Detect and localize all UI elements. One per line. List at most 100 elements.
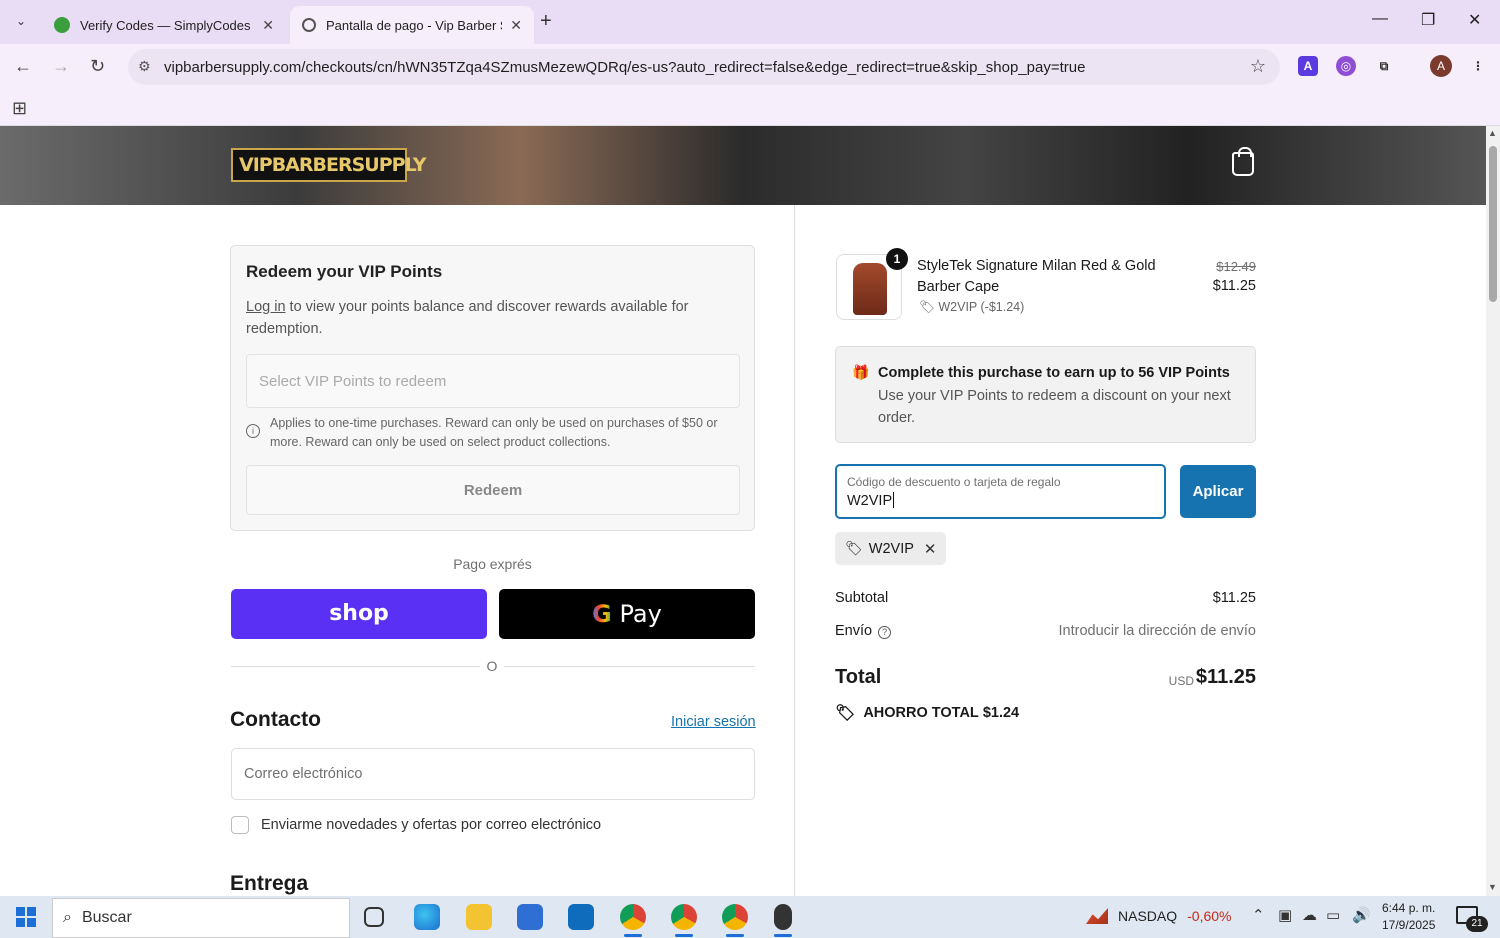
applied-code: W2VIP	[868, 540, 914, 557]
new-tab-plus-icon[interactable]: +	[540, 10, 552, 33]
discount-code-field[interactable]: Código de descuento o tarjeta de regalo …	[835, 464, 1166, 519]
volume-icon[interactable]: 🔊	[1352, 906, 1371, 924]
scroll-up-icon[interactable]: ▲	[1488, 128, 1497, 138]
meet-icon[interactable]: ▣	[1278, 906, 1292, 924]
apps-grid-icon[interactable]: ⊞	[12, 98, 27, 119]
vip-points-select[interactable]: Select VIP Points to redeem	[246, 354, 740, 408]
newsletter-label: Enviarme novedades y ofertas por correo …	[261, 817, 602, 833]
task-view-icon[interactable]	[364, 907, 384, 927]
email-field[interactable]: Correo electrónico	[231, 748, 755, 800]
chrome-icon[interactable]	[620, 904, 646, 930]
chrome-profile-a-icon[interactable]	[722, 904, 748, 930]
onedrive-icon[interactable]: ☁	[1302, 906, 1317, 924]
close-window-icon[interactable]: ✕	[1468, 10, 1481, 30]
shopping-bag-icon[interactable]	[1232, 147, 1254, 176]
shop-pay-button[interactable]: shop	[231, 589, 487, 639]
windows-taskbar: ⌕ Buscar NASDAQ -0,60% ⌃ ▣ ☁ ▭ 🔊 6:44 p.…	[0, 896, 1500, 938]
shipping-label: Envío	[835, 623, 873, 639]
simplycodes-favicon-icon	[54, 17, 70, 33]
minimize-icon[interactable]: —	[1372, 10, 1388, 28]
chrome-profile-icon[interactable]	[671, 904, 697, 930]
newsletter-option[interactable]: Enviarme novedades y ofertas por correo …	[231, 816, 601, 834]
network-icon[interactable]: ▭	[1326, 906, 1340, 924]
tag-icon: 🏷	[919, 300, 935, 314]
taskbar-search[interactable]: ⌕ Buscar	[52, 898, 350, 938]
profile-avatar[interactable]: A	[1430, 55, 1452, 77]
chevron-up-icon[interactable]: ⌃	[1252, 906, 1265, 924]
earn-points-title: Complete this purchase to earn up to 56 …	[878, 365, 1230, 381]
windows-start-icon[interactable]	[16, 907, 36, 927]
extensions-puzzle-icon[interactable]: ⧉	[1374, 56, 1394, 76]
file-explorer-icon[interactable]	[466, 904, 492, 930]
text-caret	[893, 492, 895, 508]
remove-discount-icon[interactable]: ✕	[924, 540, 937, 558]
total-value: $11.25	[1195, 666, 1256, 688]
product-original-price: $12.49	[1216, 259, 1256, 274]
discount-code-input[interactable]: W2VIP	[847, 492, 895, 509]
barber-cape-image	[853, 263, 887, 315]
shipping-value: Introducir la dirección de envío	[1058, 623, 1256, 639]
discount-code-label: Código de descuento o tarjeta de regalo	[847, 475, 1061, 489]
gift-icon: 🎁	[852, 364, 870, 380]
product-name: StyleTek Signature Milan Red & Gold Barb…	[917, 258, 1156, 295]
clock-date: 17/9/2025	[1382, 918, 1436, 932]
more-menu-icon[interactable]: ⋮	[1468, 56, 1488, 76]
checkout-page: VIPBARBERSUPPLY Redeem your VIP Points L…	[0, 126, 1486, 896]
url-text: vipbarbersupply.com/checkouts/cn/hWN35TZ…	[164, 58, 1086, 76]
close-tab-icon[interactable]: ✕	[510, 17, 522, 34]
site-settings-icon[interactable]: ⚙	[138, 58, 151, 75]
store-icon[interactable]	[517, 904, 543, 930]
scroll-thumb[interactable]	[1489, 146, 1497, 302]
help-icon[interactable]: ?	[878, 626, 892, 639]
shipping-row: Envío? Introducir la dirección de envío	[835, 623, 1256, 639]
vip-points-note: i Applies to one-time purchases. Reward …	[246, 414, 740, 452]
newsletter-checkbox[interactable]	[231, 816, 249, 834]
vip-note-text: Applies to one-time purchases. Reward ca…	[270, 416, 718, 449]
tab-checkout[interactable]: Pantalla de pago - Vip Barber S ✕	[290, 6, 534, 44]
quantity-badge: 1	[886, 248, 908, 270]
stock-widget[interactable]: NASDAQ -0,60%	[1086, 908, 1231, 924]
close-tab-icon[interactable]: ✕	[262, 17, 274, 34]
extension-swirl-icon[interactable]: ◎	[1336, 56, 1356, 76]
mouse-icon[interactable]	[774, 904, 792, 930]
ticker-change: -0,60%	[1187, 908, 1232, 924]
product-discount-text: W2VIP (-$1.24)	[938, 300, 1025, 314]
bookmarks-bar: ⊞	[0, 90, 1500, 126]
tab-title: Verify Codes — SimplyCodes	[80, 17, 251, 33]
edge-icon[interactable]	[414, 904, 440, 930]
outlook-icon[interactable]	[568, 904, 594, 930]
tab-title: Pantalla de pago - Vip Barber S	[326, 17, 503, 33]
back-arrow-icon[interactable]: ←	[14, 56, 32, 77]
product-discount: 🏷 W2VIP (-$1.24)	[919, 300, 1024, 315]
store-logo[interactable]: VIPBARBERSUPPLY	[231, 148, 426, 182]
page-scrollbar[interactable]: ▲ ▼	[1486, 126, 1500, 896]
active-indicator	[675, 934, 693, 937]
apply-discount-button[interactable]: Aplicar	[1180, 465, 1256, 518]
google-g-icon: G	[592, 600, 612, 628]
clock-time: 6:44 p. m.	[1382, 901, 1436, 915]
bookmark-star-icon[interactable]: ☆	[1250, 56, 1266, 77]
taskbar-search-label: Buscar	[81, 909, 132, 926]
vip-login-link[interactable]: Log in	[246, 299, 286, 315]
earn-points-banner: 🎁 Complete this purchase to earn up to 5…	[835, 346, 1256, 443]
total-savings: 🏷 AHORRO TOTAL $1.24	[835, 703, 1019, 723]
sign-in-link[interactable]: Iniciar sesión	[671, 714, 756, 730]
globe-favicon-icon	[302, 18, 316, 32]
notification-count: 21	[1466, 916, 1488, 932]
system-clock[interactable]: 6:44 p. m. 17/9/2025	[1382, 900, 1435, 934]
redeem-button[interactable]: Redeem	[246, 465, 740, 515]
reload-icon[interactable]: ↻	[90, 56, 105, 77]
tab-search-chevron-icon[interactable]: ⌄	[8, 8, 34, 34]
forward-arrow-icon[interactable]: →	[52, 56, 70, 77]
active-indicator	[726, 934, 744, 937]
google-pay-button[interactable]: G Pay	[499, 589, 755, 639]
subtotal-label: Subtotal	[835, 590, 889, 606]
extension-a-icon[interactable]: A	[1298, 56, 1318, 76]
url-bar[interactable]: ⚙ vipbarbersupply.com/checkouts/cn/hWN35…	[128, 49, 1280, 85]
delivery-heading: Entrega	[230, 872, 309, 895]
active-indicator	[774, 934, 792, 937]
tab-simplycodes[interactable]: Verify Codes — SimplyCodes ✕	[42, 6, 286, 44]
scroll-down-icon[interactable]: ▼	[1488, 882, 1497, 892]
express-checkout-label: Pago exprés	[453, 556, 532, 572]
restore-icon[interactable]: ❐	[1421, 10, 1435, 30]
